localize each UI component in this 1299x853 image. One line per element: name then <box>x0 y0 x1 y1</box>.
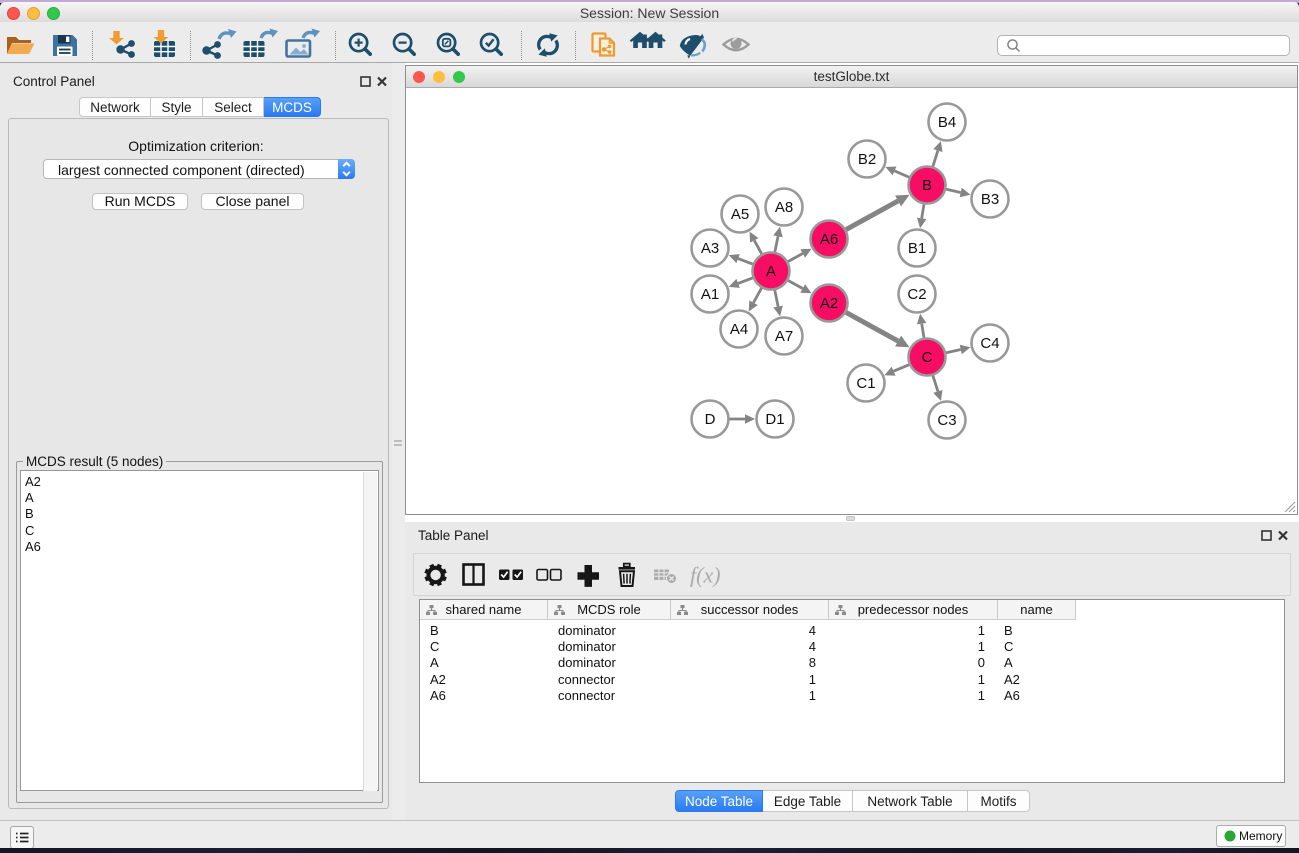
svg-text:C: C <box>922 349 933 366</box>
svg-text:f(x): f(x) <box>690 563 721 588</box>
svg-text:C2: C2 <box>907 286 926 303</box>
svg-text:B4: B4 <box>938 114 956 131</box>
svg-text:A3: A3 <box>701 240 719 257</box>
svg-text:A8: A8 <box>775 199 793 216</box>
svg-text:D1: D1 <box>765 411 784 428</box>
svg-text:D: D <box>705 411 716 428</box>
svg-text:C3: C3 <box>937 412 956 429</box>
svg-text:B1: B1 <box>908 240 926 257</box>
svg-text:A: A <box>766 263 776 280</box>
svg-text:C1: C1 <box>856 375 875 392</box>
svg-text:B3: B3 <box>981 191 999 208</box>
svg-text:A5: A5 <box>731 206 749 223</box>
svg-text:A7: A7 <box>775 328 793 345</box>
svg-text:B: B <box>922 177 932 194</box>
svg-text:A2: A2 <box>820 295 838 312</box>
svg-text:A1: A1 <box>701 286 719 303</box>
svg-text:A6: A6 <box>820 231 838 248</box>
svg-text:C4: C4 <box>980 335 999 352</box>
svg-text:B2: B2 <box>858 151 876 168</box>
svg-text:A4: A4 <box>730 321 748 338</box>
